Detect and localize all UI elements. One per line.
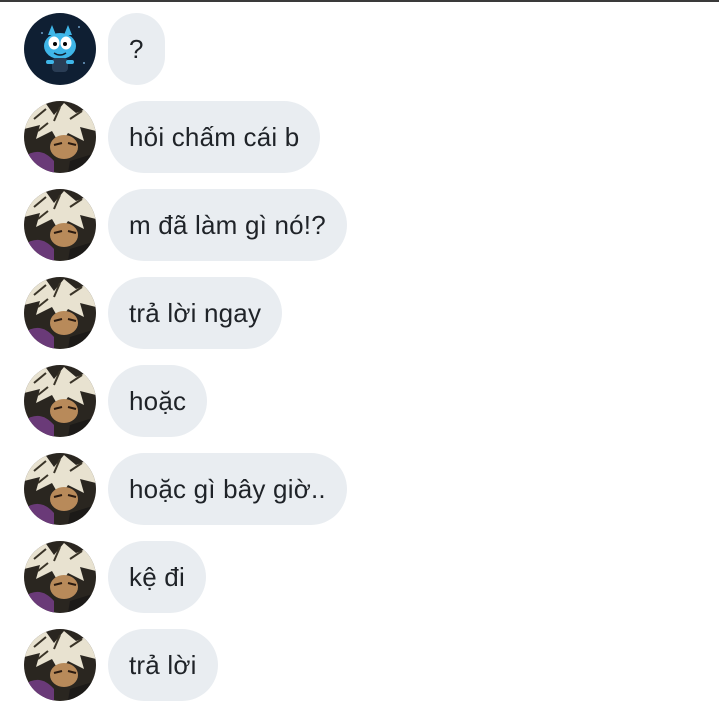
message-text: trả lời ngay xyxy=(129,297,262,328)
message-bubble[interactable]: kệ đi xyxy=(108,541,206,613)
anime-character-avatar-icon[interactable] xyxy=(24,629,96,701)
message-row: trả lời ngay xyxy=(24,277,283,349)
anime-character-avatar-icon[interactable] xyxy=(24,189,96,261)
message-row: kệ đi xyxy=(24,541,206,613)
message-row: ? xyxy=(24,13,165,85)
message-bubble[interactable]: trả lời xyxy=(108,629,218,701)
gumball-avatar-icon[interactable] xyxy=(24,13,96,85)
message-thread: ? hỏi chấm cái b m đã làm gì nó!? trả lờ… xyxy=(0,0,719,712)
message-text: kệ đi xyxy=(129,561,185,592)
anime-character-avatar-icon[interactable] xyxy=(24,453,96,525)
message-bubble[interactable]: trả lời ngay xyxy=(108,277,283,349)
message-row: hỏi chấm cái b xyxy=(24,101,321,173)
message-bubble[interactable]: hỏi chấm cái b xyxy=(108,101,321,173)
anime-character-avatar-icon[interactable] xyxy=(24,101,96,173)
anime-character-avatar-icon[interactable] xyxy=(24,541,96,613)
message-text: m đã làm gì nó!? xyxy=(129,209,326,240)
message-bubble[interactable]: hoặc xyxy=(108,365,208,437)
message-text: hỏi chấm cái b xyxy=(129,121,300,152)
message-text: hoặc xyxy=(129,385,187,416)
message-text: hoặc gì bây giờ.. xyxy=(129,473,326,504)
message-bubble[interactable]: hoặc gì bây giờ.. xyxy=(108,453,347,525)
message-text: ? xyxy=(129,33,144,64)
message-bubble[interactable]: m đã làm gì nó!? xyxy=(108,189,347,261)
message-row: trả lời xyxy=(24,629,218,701)
message-row: hoặc xyxy=(24,365,208,437)
message-text: trả lời xyxy=(129,649,197,680)
message-row: m đã làm gì nó!? xyxy=(24,189,347,261)
message-bubble[interactable]: ? xyxy=(108,13,165,85)
anime-character-avatar-icon[interactable] xyxy=(24,365,96,437)
message-row: hoặc gì bây giờ.. xyxy=(24,453,347,525)
anime-character-avatar-icon[interactable] xyxy=(24,277,96,349)
